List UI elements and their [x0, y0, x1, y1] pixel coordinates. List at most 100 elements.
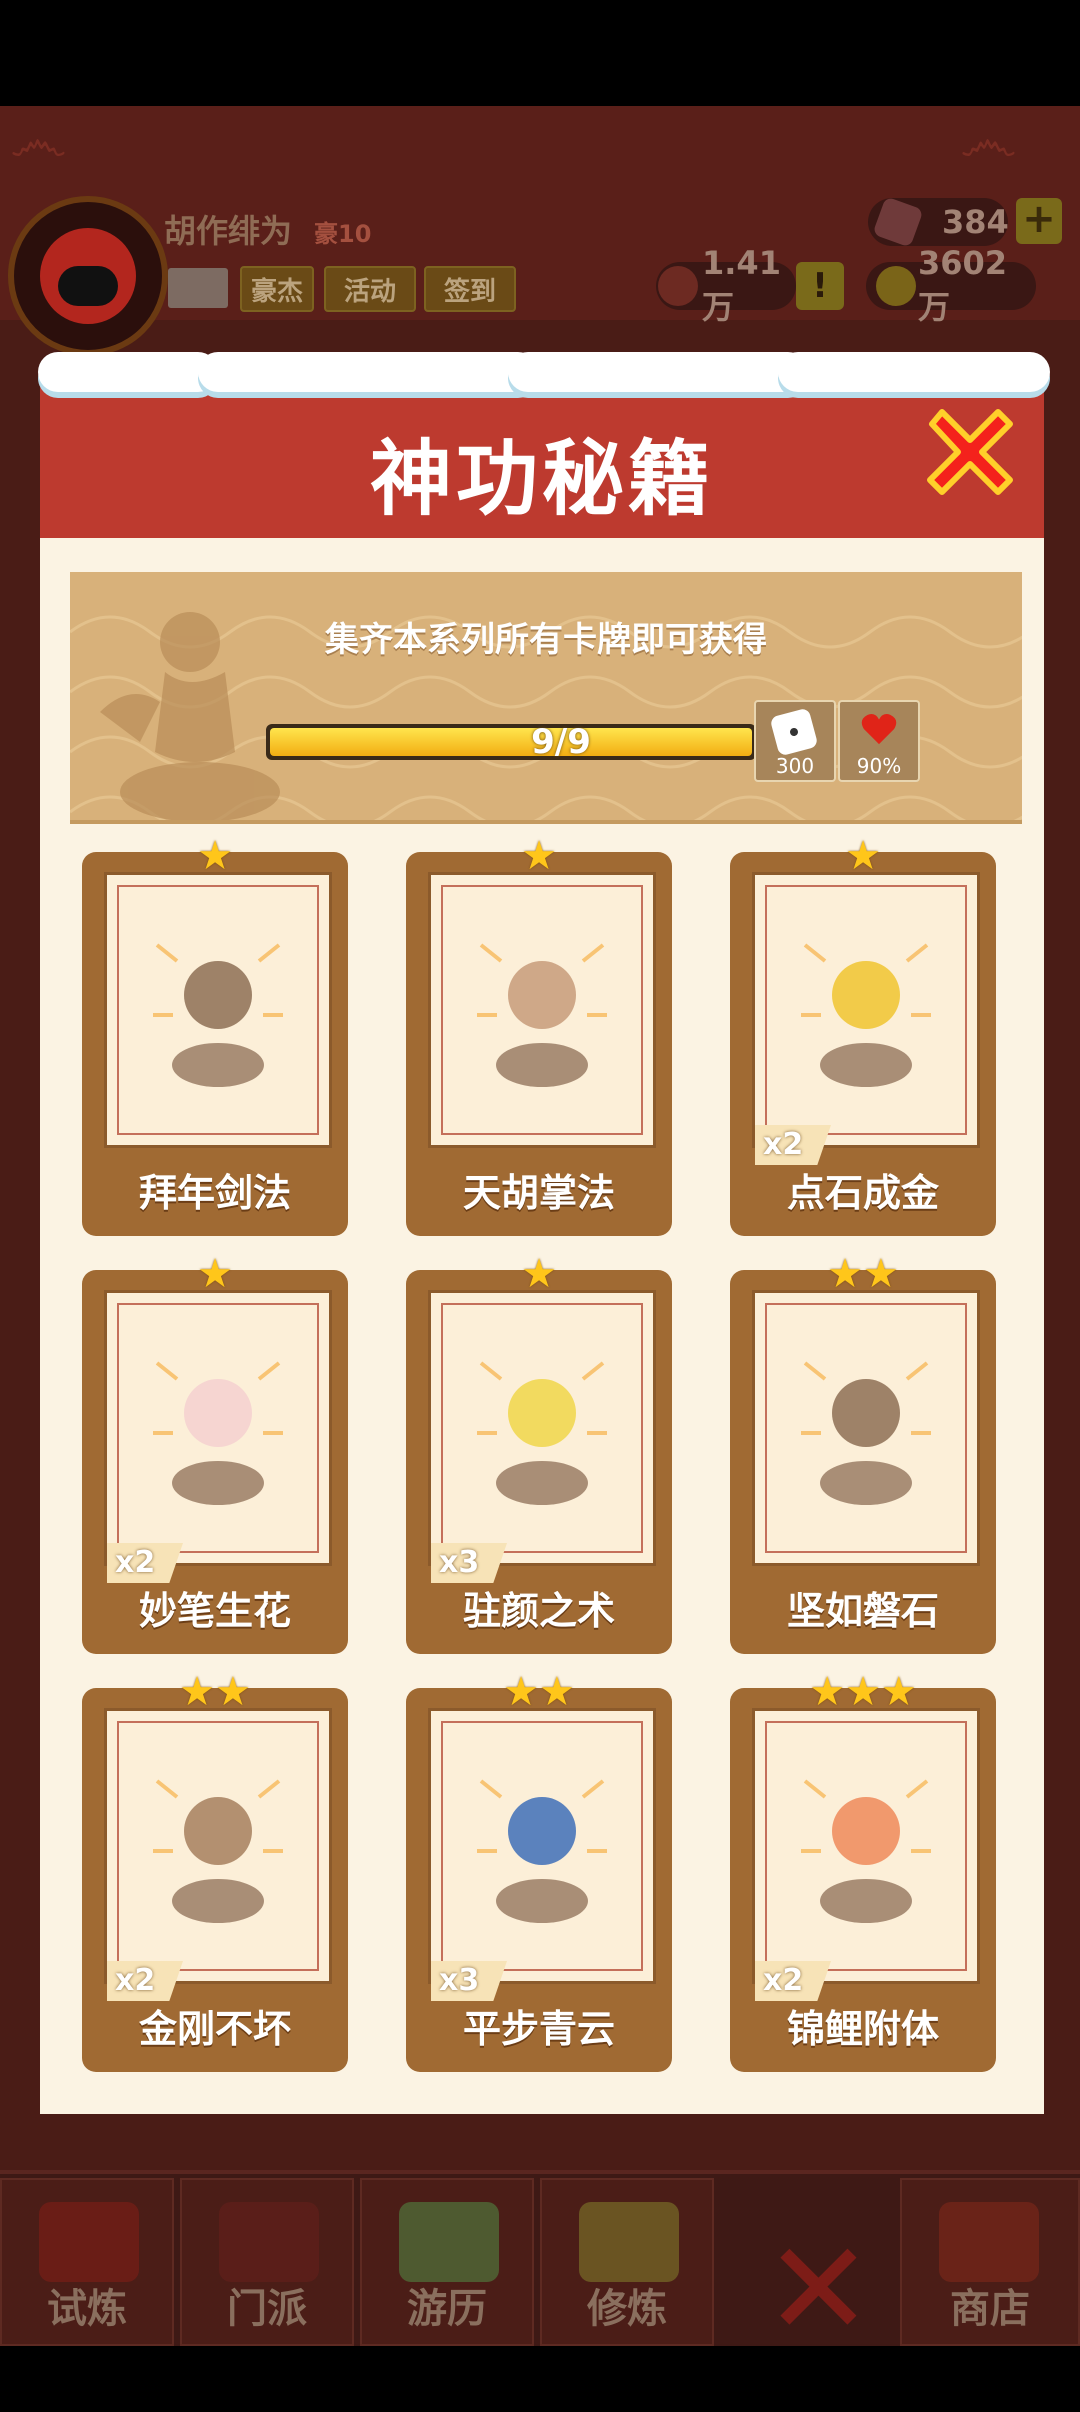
skill-card[interactable]: ★★ 坚如磐石: [730, 1254, 996, 1654]
power-counter: 1.41万: [656, 244, 796, 326]
reward-label: 300: [775, 754, 815, 778]
skill-card[interactable]: ★ 天胡掌法: [406, 836, 672, 1236]
modal-title: 神功秘籍: [369, 432, 714, 527]
nav-label: 游历: [407, 2286, 487, 2332]
reward-label: 90%: [856, 754, 902, 778]
wave-pattern: [70, 612, 1022, 820]
nav-label: 门派: [227, 2286, 307, 2332]
card-name: 天胡掌法: [462, 1171, 615, 1215]
skill-card[interactable]: ★ 拜年剑法: [82, 836, 348, 1236]
card-name: 点石成金: [786, 1171, 939, 1215]
gem-icon: [872, 196, 924, 248]
collection-banner: [70, 572, 1022, 824]
card-illustration-icon: [153, 1779, 283, 1923]
heart-icon: [861, 714, 897, 745]
close-icon[interactable]: [920, 402, 1020, 502]
avatar-face-icon: [40, 228, 136, 324]
player-name: 胡作绯为: [164, 212, 293, 250]
dice-icon: [769, 707, 819, 757]
system-nav-bar: [0, 2346, 1080, 2412]
banner-text: 集齐本系列所有卡牌即可获得: [325, 620, 767, 660]
add-gems-button[interactable]: +: [1016, 198, 1062, 244]
card-count-badge: x3: [431, 1961, 507, 2001]
nav-shop[interactable]: 商店: [900, 2178, 1080, 2346]
card-art-frame: [428, 872, 656, 1148]
card-count-badge: x2: [107, 1961, 183, 2001]
mail-icon[interactable]: [168, 268, 228, 308]
trial-icon: [39, 2202, 139, 2282]
skill-card[interactable]: x2 ★ 点石成金: [730, 836, 996, 1236]
card-star-rating: ★: [521, 1251, 557, 1297]
nav-label: 试炼: [47, 2286, 127, 2332]
nav-close-icon[interactable]: ✕: [764, 2224, 873, 2354]
activity-button[interactable]: 活动: [324, 266, 416, 312]
card-star-rating: ★★: [503, 1669, 575, 1715]
skill-card[interactable]: x3 ★ 驻颜之术: [406, 1254, 672, 1654]
skill-card[interactable]: x2 ★★ 金刚不坏: [82, 1672, 348, 2072]
card-star-rating: ★★: [827, 1251, 899, 1297]
card-art-frame: x3: [428, 1708, 656, 2001]
card-illustration-icon: [153, 943, 283, 1087]
card-illustration-icon: [153, 1361, 283, 1505]
card-art-frame: x2: [104, 1290, 332, 1583]
power-info-button[interactable]: !: [796, 262, 844, 310]
card-star-rating: ★★: [179, 1669, 251, 1715]
coin-value: 3602万: [918, 244, 1008, 326]
card-name: 平步青云: [462, 2007, 615, 2051]
nav-sect[interactable]: 门派: [180, 2178, 354, 2346]
reward-dice[interactable]: 300: [754, 700, 836, 782]
player-avatar[interactable]: [8, 196, 168, 356]
cloud-decoration: ෴: [960, 106, 1017, 176]
skill-card[interactable]: x2 ★★★ 锦鲤附体: [730, 1672, 996, 2072]
card-illustration-icon: [477, 1361, 607, 1505]
card-art-frame: [752, 1290, 980, 1566]
skill-card[interactable]: x2 ★ 妙笔生花: [82, 1254, 348, 1654]
travel-icon: [399, 2202, 499, 2282]
card-art-frame: x2: [752, 1708, 980, 2001]
card-art-frame: x2: [104, 1708, 332, 2001]
card-count-badge: x2: [107, 1543, 183, 1583]
checkin-button[interactable]: 签到: [424, 266, 516, 312]
nav-label: 商店: [950, 2286, 1030, 2332]
coin-counter: 3602万: [866, 244, 1036, 326]
status-bar: [0, 0, 1080, 106]
card-star-rating: ★: [197, 1251, 233, 1297]
card-star-rating: ★: [845, 833, 881, 879]
gem-value: 384: [942, 203, 1009, 241]
nav-label: 修炼: [587, 2286, 667, 2332]
player-rank: 豪10: [314, 220, 372, 248]
card-star-rating: ★★★: [809, 1669, 917, 1715]
card-name: 拜年剑法: [138, 1171, 291, 1215]
card-star-rating: ★: [197, 833, 233, 879]
reward-heart[interactable]: 90%: [838, 700, 920, 782]
gem-counter: 384: [868, 196, 1009, 248]
card-count-badge: x2: [755, 1125, 831, 1165]
card-name: 坚如磐石: [786, 1589, 939, 1633]
card-illustration-icon: [801, 943, 931, 1087]
sect-icon: [219, 2202, 319, 2282]
coin-icon: [876, 266, 916, 306]
card-name: 锦鲤附体: [786, 2007, 939, 2051]
card-name: 金刚不坏: [138, 2007, 291, 2051]
card-art-frame: x3: [428, 1290, 656, 1583]
rank-badge-button[interactable]: 豪杰: [240, 266, 314, 312]
cloud-decoration: ෴: [10, 106, 67, 176]
power-icon: [658, 266, 698, 306]
shop-icon: [939, 2202, 1039, 2282]
card-illustration-icon: [477, 943, 607, 1087]
nav-travel[interactable]: 游历: [360, 2178, 534, 2346]
nav-trial[interactable]: 试炼: [0, 2178, 174, 2346]
card-art-frame: x2: [752, 872, 980, 1165]
power-value: 1.41万: [702, 244, 781, 326]
card-illustration-icon: [801, 1361, 931, 1505]
card-name: 妙笔生花: [138, 1589, 291, 1633]
card-illustration-icon: [801, 1779, 931, 1923]
cultivate-icon: [579, 2202, 679, 2282]
card-star-rating: ★: [521, 833, 557, 879]
nav-cultivate[interactable]: 修炼: [540, 2178, 714, 2346]
snow-decoration: [38, 352, 1050, 394]
skill-card[interactable]: x3 ★★ 平步青云: [406, 1672, 672, 2072]
card-count-badge: x3: [431, 1543, 507, 1583]
card-count-badge: x2: [755, 1961, 831, 2001]
card-illustration-icon: [477, 1779, 607, 1923]
